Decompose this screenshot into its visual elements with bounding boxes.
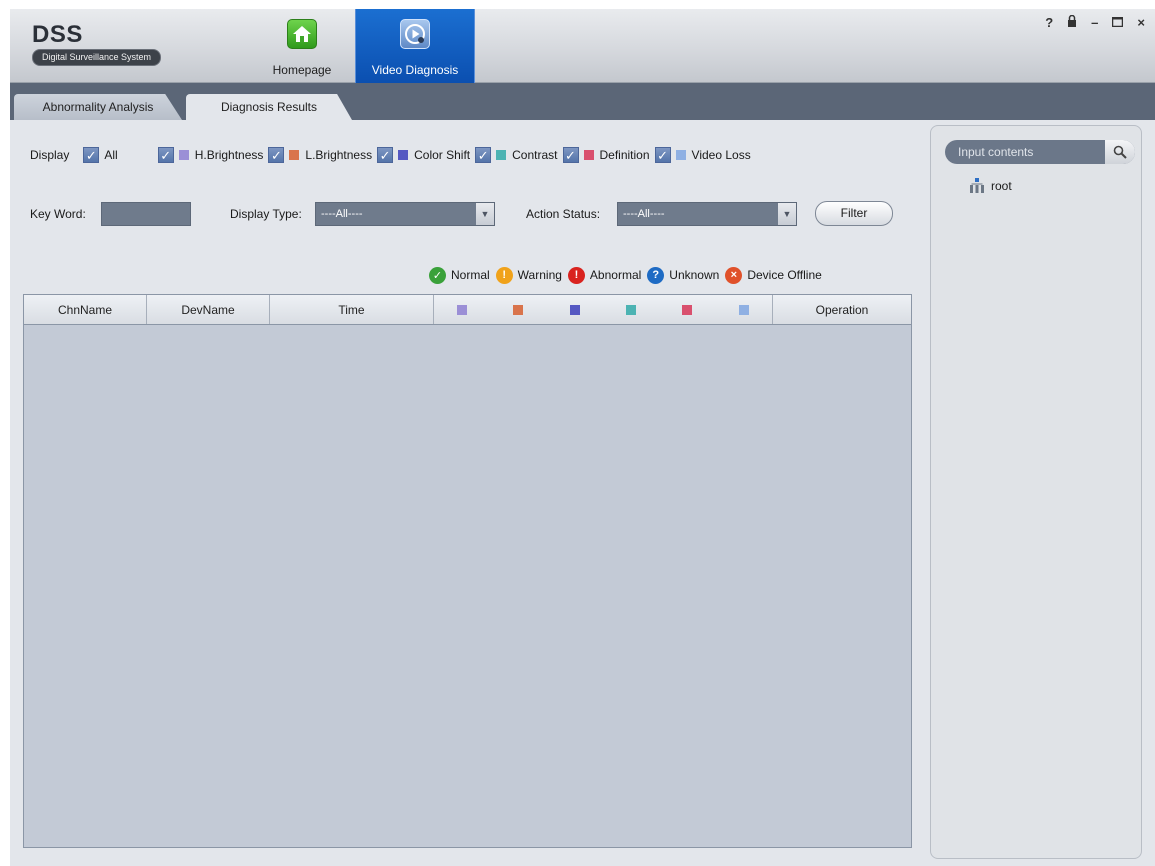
check-icon: ✓ xyxy=(429,266,446,284)
legend-label: Warning xyxy=(517,268,562,282)
col-chnname[interactable]: ChnName xyxy=(24,295,147,324)
display-label: Display xyxy=(30,148,70,162)
checkbox-all[interactable]: ✓ xyxy=(83,147,100,163)
tab-abnormality-analysis[interactable]: Abnormality Analysis xyxy=(14,94,182,120)
filter-label: Definition xyxy=(599,148,650,162)
color-swatch xyxy=(675,150,686,160)
legend-item: ! Warning xyxy=(495,266,562,284)
search-placeholder: Input contents xyxy=(958,145,1034,159)
filter-checkbox[interactable]: ✓ xyxy=(475,147,492,163)
header-bar: DSS Digital Surveillance System Homepage xyxy=(10,9,1155,83)
status-legend: ✓ Normal! Warning! Abnormal? Unknown × Device … xyxy=(429,266,828,284)
legend-item: × Device Offline xyxy=(725,266,822,284)
tree-node-label: root xyxy=(991,179,1012,193)
tab-strip: Abnormality Analysis Diagnosis Results xyxy=(10,83,1155,120)
device-group-icon xyxy=(969,178,985,194)
color-swatch xyxy=(178,150,189,160)
filter-checkbox[interactable]: ✓ xyxy=(157,147,174,163)
color-swatch xyxy=(398,150,409,160)
search-icon[interactable] xyxy=(1105,140,1135,164)
display-filter-row: Display ✓ All ✓ H.Brightness ✓ L.Brightness… xyxy=(30,146,756,164)
chevron-down-icon[interactable]: ▼ xyxy=(476,203,494,225)
home-icon xyxy=(287,19,317,49)
legend-label: Abnormal xyxy=(589,268,642,282)
logo-subtitle: Digital Surveillance System xyxy=(32,49,162,66)
col-devname[interactable]: DevName xyxy=(147,295,270,324)
warning-icon: ! xyxy=(495,266,513,284)
logo-title: DSS xyxy=(32,21,83,48)
legend-item: ! Abnormal xyxy=(567,266,642,284)
display-type-label: Display Type: xyxy=(230,207,302,221)
legend-item: ? Unknown xyxy=(647,266,720,284)
main-content: Display ✓ All ✓ H.Brightness ✓ L.Brightness… xyxy=(10,120,1155,866)
filter-item[interactable]: ✓ H.Brightness xyxy=(157,147,264,163)
column-color-swatch xyxy=(569,304,580,315)
filter-label: Video Loss xyxy=(691,148,751,162)
filter-all[interactable]: ✓ All xyxy=(83,147,118,163)
action-status-select[interactable]: ----All---- ▼ xyxy=(617,202,797,226)
filter-item[interactable]: ✓ L.Brightness xyxy=(268,147,372,163)
close-icon[interactable]: × xyxy=(1137,15,1145,30)
nav-homepage[interactable]: Homepage xyxy=(262,9,342,83)
column-color-swatch xyxy=(682,304,693,315)
help-icon[interactable]: ? xyxy=(1045,15,1053,30)
nav-video-diagnosis[interactable]: Video Diagnosis xyxy=(355,9,475,83)
legend-label: Unknown xyxy=(669,268,720,282)
filter-checkbox[interactable]: ✓ xyxy=(654,147,671,163)
unknown-icon: ? xyxy=(647,266,665,284)
window-controls: ? – × xyxy=(1045,14,1145,30)
keyword-input[interactable] xyxy=(101,202,191,226)
tab-diagnosis-results[interactable]: Diagnosis Results xyxy=(186,94,352,120)
nav-video-diagnosis-label: Video Diagnosis xyxy=(371,63,459,77)
table-header: ChnName DevName Time Operation xyxy=(24,295,911,325)
col-operation[interactable]: Operation xyxy=(773,295,911,324)
column-color-swatch xyxy=(513,304,524,315)
filter-label: L.Brightness xyxy=(305,148,373,162)
search-filter-row: Key Word: Display Type: ----All---- ▼ Ac… xyxy=(20,201,900,226)
abnormal-icon: ! xyxy=(567,266,585,284)
filter-item[interactable]: ✓ Video Loss xyxy=(654,147,751,163)
color-swatch xyxy=(496,150,507,160)
offline-icon: × xyxy=(725,266,743,284)
results-table: ChnName DevName Time Operation xyxy=(23,294,912,848)
legend-item: ✓ Normal xyxy=(429,266,490,284)
filter-label: Color Shift xyxy=(414,148,471,162)
display-type-value: ----All---- xyxy=(321,208,363,220)
column-color-swatch xyxy=(738,304,749,315)
minimize-icon[interactable]: – xyxy=(1091,15,1098,30)
search-input[interactable]: Input contents xyxy=(945,140,1135,164)
filter-checkbox[interactable]: ✓ xyxy=(268,147,285,163)
action-status-value: ----All---- xyxy=(623,208,665,220)
column-color-swatch xyxy=(457,304,468,315)
video-diagnosis-icon xyxy=(400,19,430,49)
maximize-icon[interactable] xyxy=(1112,15,1124,30)
legend-label: Normal xyxy=(451,268,490,282)
action-status-label: Action Status: xyxy=(526,207,601,221)
display-filter-items: ✓ H.Brightness ✓ L.Brightness ✓ Color Shift ✓ C… xyxy=(157,147,756,163)
filter-label: H.Brightness xyxy=(194,148,264,162)
tree-node-root[interactable]: root xyxy=(969,178,1012,194)
color-swatch xyxy=(289,150,300,160)
filter-label: Contrast xyxy=(512,148,558,162)
keyword-label: Key Word: xyxy=(30,207,86,221)
legend-label: Device Offline xyxy=(747,268,822,282)
chevron-down-icon[interactable]: ▼ xyxy=(778,203,796,225)
filter-item[interactable]: ✓ Definition xyxy=(562,147,650,163)
lock-icon[interactable] xyxy=(1067,14,1077,30)
column-color-swatch xyxy=(626,304,637,315)
app-window: DSS Digital Surveillance System Homepage xyxy=(0,0,1155,866)
filter-checkbox[interactable]: ✓ xyxy=(562,147,579,163)
filter-item[interactable]: ✓ Contrast xyxy=(475,147,558,163)
filter-checkbox[interactable]: ✓ xyxy=(377,147,394,163)
filter-button[interactable]: Filter xyxy=(815,201,893,226)
display-type-select[interactable]: ----All---- ▼ xyxy=(315,202,495,226)
filter-all-label: All xyxy=(104,148,118,162)
filter-item[interactable]: ✓ Color Shift xyxy=(377,147,470,163)
nav-homepage-label: Homepage xyxy=(272,63,332,77)
device-tree-panel: Input contents root xyxy=(930,125,1142,859)
color-swatch xyxy=(583,150,594,160)
logo: DSS Digital Surveillance System xyxy=(32,21,162,66)
col-diagnosis-types xyxy=(434,295,773,324)
col-time[interactable]: Time xyxy=(270,295,434,324)
